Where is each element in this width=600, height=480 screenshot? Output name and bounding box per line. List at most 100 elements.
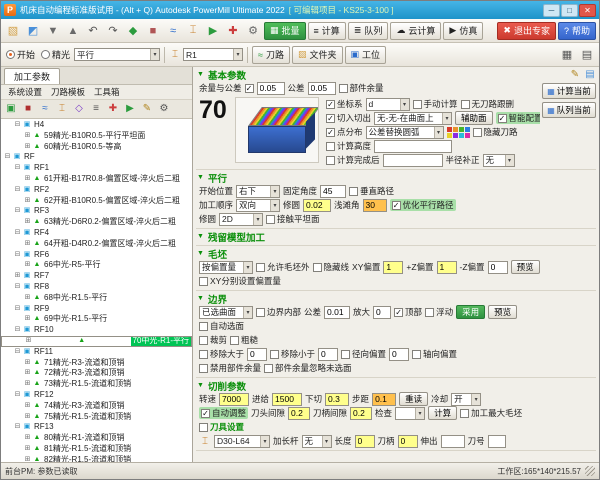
tool-lib-icon[interactable]: ⌶	[54, 101, 70, 117]
extension-select[interactable]: 无▾	[302, 435, 332, 448]
tolerance-field[interactable]	[308, 82, 336, 95]
expander-icon[interactable]: ⊞	[23, 433, 32, 444]
auto-adjust-checkbox[interactable]: ✓自动调整	[199, 407, 248, 419]
boundary-inside-checkbox[interactable]: 边界内部	[256, 306, 301, 318]
layers-icon[interactable]: ▤	[578, 46, 596, 64]
tree-item[interactable]: ⊞▲61开粗-B17R0.8-偏置区域-淬火后二粗	[1, 174, 192, 185]
expander-icon[interactable]: ⊞	[23, 412, 32, 423]
allow-outside-block-checkbox[interactable]: 允许毛坯外	[256, 261, 310, 273]
expander-icon[interactable]: ⊟	[13, 120, 22, 131]
tool-icon[interactable]: ⌶	[199, 436, 211, 447]
plusz-offset-field[interactable]	[437, 261, 457, 274]
axial-offset-checkbox-box[interactable]	[412, 350, 421, 359]
boundary-preview-button[interactable]: 预览	[488, 305, 517, 319]
tree-item[interactable]: ⊞▲70中光-R1-平行	[1, 336, 192, 347]
expander-icon[interactable]: ⊞	[23, 444, 32, 455]
radius-comp-select[interactable]: 无▾	[483, 154, 515, 167]
simulate-button[interactable]: ▶仿真	[443, 22, 483, 40]
start-corner-select[interactable]: 右下▾	[236, 185, 280, 198]
minimize-button[interactable]: ─	[543, 4, 560, 17]
remove-greater-checkbox-box[interactable]	[199, 350, 208, 359]
top-checkbox-box[interactable]: ✓	[394, 308, 403, 317]
toolpath-button[interactable]: ≈ 刀路	[252, 46, 290, 64]
tool-select[interactable]: D30-L64▾	[214, 435, 270, 448]
tree-item[interactable]: ⊞▲80精光-R1-流道和顶销	[1, 433, 192, 444]
float-checkbox[interactable]: 浮动	[425, 306, 453, 318]
menu-system-settings[interactable]: 系统设置	[4, 86, 46, 98]
smart-config-checkbox[interactable]: ✓智能配置	[496, 112, 540, 124]
tab-machining-params[interactable]: 加工参数	[4, 68, 60, 84]
point-distribution-checkbox-box[interactable]: ✓	[326, 128, 335, 137]
expander-icon[interactable]: ⊞	[23, 217, 32, 228]
boundary-inside-checkbox-box[interactable]	[256, 308, 265, 317]
stepdown-field[interactable]	[325, 393, 349, 406]
tree-item[interactable]: ⊟▣RF3	[1, 206, 192, 217]
expander-icon[interactable]: ⊞	[23, 401, 32, 412]
expander-icon[interactable]: ⊞	[23, 314, 32, 325]
length-field[interactable]	[355, 435, 375, 448]
expander-icon[interactable]: ⊞	[23, 368, 32, 379]
maximize-button[interactable]: □	[561, 4, 578, 17]
reload-button[interactable]: 重读	[399, 392, 428, 406]
auto-adjust-checkbox-box[interactable]: ✓	[201, 409, 210, 418]
save-project-icon[interactable]: ◩	[24, 22, 42, 40]
remove-greater-field[interactable]	[247, 348, 267, 361]
overhang-field[interactable]	[441, 435, 465, 448]
spindle-field[interactable]	[219, 393, 249, 406]
tool-setup-checkbox[interactable]: 刀具设置	[199, 421, 244, 433]
queue-current-button[interactable]: ▦队列当前	[542, 102, 596, 118]
expander-icon[interactable]: ⊟	[13, 304, 22, 315]
expander-icon[interactable]: ⊞	[23, 131, 32, 142]
expander-icon[interactable]: ⊞	[23, 196, 32, 207]
tool-icon[interactable]: ⌶	[184, 22, 202, 40]
minusz-offset-field[interactable]	[488, 261, 508, 274]
tree-item[interactable]: ⊞▲81精光-R1.5-流道和顶销	[1, 444, 192, 455]
boundary-icon[interactable]: ◇	[71, 101, 87, 117]
calc-height-checkbox-box[interactable]	[326, 142, 335, 151]
expander-icon[interactable]: ⊞	[23, 379, 32, 390]
finish-radio[interactable]: 精光	[39, 48, 72, 61]
expander-icon[interactable]: ⊞	[23, 174, 32, 185]
radial-offset-checkbox[interactable]: 径向偏置	[341, 348, 386, 360]
tool-setup-checkbox-box[interactable]	[199, 423, 208, 432]
level-icon[interactable]: ≡	[88, 101, 104, 117]
section-header-parallel[interactable]: ▼平行	[196, 171, 596, 184]
calc-height-field[interactable]	[374, 140, 452, 153]
block-icon[interactable]: ■	[20, 101, 36, 117]
tree-item[interactable]: ⊞▲60精光-B10R0.5-等高	[1, 142, 192, 153]
hide-line-checkbox-box[interactable]	[313, 263, 322, 272]
float-checkbox-box[interactable]	[425, 308, 434, 317]
open-project-icon[interactable]: ▧	[4, 22, 22, 40]
remove-less-checkbox[interactable]: 移除小于	[270, 348, 315, 360]
close-button[interactable]: ✕	[579, 4, 596, 17]
expander-icon[interactable]: ⊟	[13, 185, 22, 196]
toolpath-tree[interactable]: ⊟▣H4⊞▲59精光-B10R0.5-平行平坦面⊞▲60精光-B10R0.5-等…	[1, 119, 192, 462]
part-allowance-checkbox[interactable]: 部件余量	[339, 82, 384, 94]
expander-icon[interactable]: ⊟	[13, 347, 22, 358]
leads-select[interactable]: 无-无-在曲面上▾	[374, 112, 452, 125]
axial-offset-checkbox[interactable]: 轴向偏置	[412, 348, 457, 360]
shank-clearance-field[interactable]	[350, 407, 372, 420]
after-calc-checkbox[interactable]: 计算完成后	[326, 154, 380, 166]
model-icon[interactable]: ◆	[124, 22, 142, 40]
hide-toolpath-checkbox[interactable]: 隐藏刀路	[473, 126, 518, 138]
undo-icon[interactable]: ↶	[84, 22, 102, 40]
strategy-select[interactable]: 平行 ▾	[74, 48, 160, 61]
export-icon[interactable]: ▲	[64, 22, 82, 40]
expander-icon[interactable]: ⊟	[13, 422, 22, 433]
workplane-checkbox[interactable]: ✓坐标系	[326, 98, 363, 110]
no-toolpath-follow-checkbox[interactable]: 无刀路跟删	[461, 98, 515, 110]
smart-config-checkbox-box[interactable]: ✓	[498, 114, 507, 123]
section-header-boundary[interactable]: ▼边界	[196, 292, 596, 305]
menu-toolbox[interactable]: 工具箱	[90, 86, 124, 98]
tree-item[interactable]: ⊟▣RF	[1, 152, 192, 163]
tree-item[interactable]: ⊟▣RF10	[1, 325, 192, 336]
color-grid-icon[interactable]	[447, 127, 470, 138]
shallow-angle-field[interactable]	[363, 199, 387, 212]
tree-item[interactable]: ⊟▣RF11	[1, 347, 192, 358]
help-button[interactable]: ?帮助	[558, 22, 596, 40]
leads-checkbox[interactable]: ✓切入切出	[326, 112, 371, 124]
optimize-parallel-checkbox-box[interactable]: ✓	[392, 201, 401, 210]
expander-icon[interactable]: ⊞	[23, 239, 32, 250]
ignore-unselected-checkbox-box[interactable]	[264, 364, 273, 373]
